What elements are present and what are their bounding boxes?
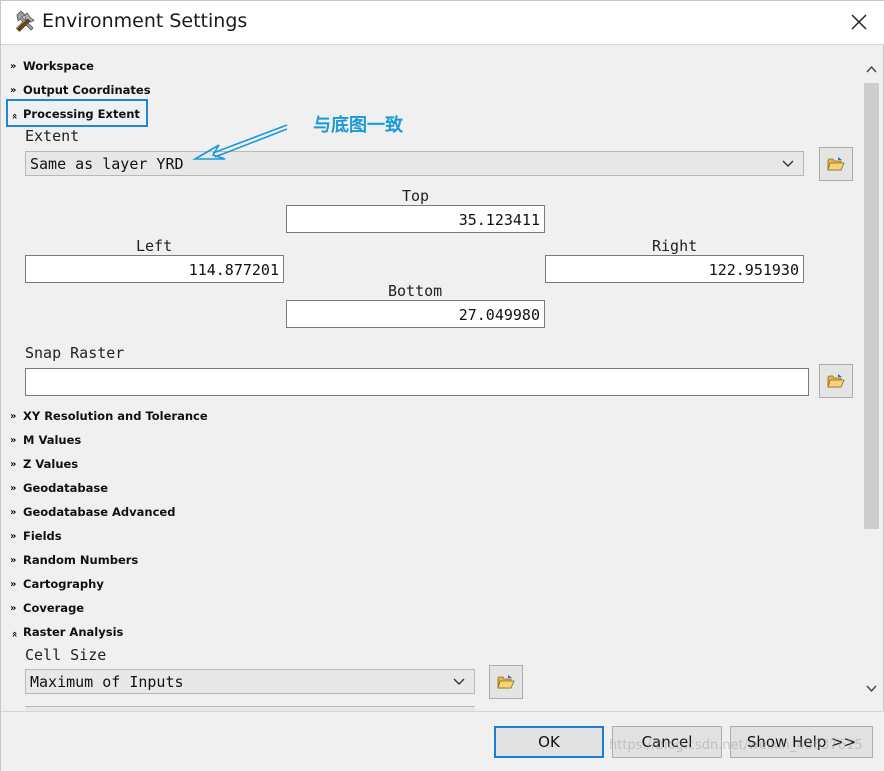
section-processing-extent[interactable]: » Processing Extent bbox=[10, 107, 140, 121]
section-label: Output Coordinates bbox=[23, 83, 151, 97]
cell-size-browse-button[interactable] bbox=[489, 665, 523, 699]
section-coverage[interactable]: » Coverage bbox=[10, 601, 84, 615]
expand-chevron-icon: » bbox=[10, 603, 17, 614]
section-geodatabase-advanced[interactable]: » Geodatabase Advanced bbox=[10, 505, 175, 519]
show-help-button[interactable]: Show Help >> bbox=[730, 726, 873, 758]
section-random-numbers[interactable]: » Random Numbers bbox=[10, 553, 138, 567]
extent-dropdown[interactable]: Same as layer YRD bbox=[25, 151, 804, 176]
left-label: Left bbox=[136, 237, 173, 255]
annotation-arrow-icon bbox=[192, 124, 288, 160]
bottom-label: Bottom bbox=[388, 282, 443, 300]
snap-raster-input[interactable] bbox=[25, 368, 809, 396]
section-label: XY Resolution and Tolerance bbox=[23, 409, 208, 423]
scroll-up-button[interactable] bbox=[863, 59, 880, 79]
expand-chevron-icon: » bbox=[10, 483, 17, 494]
chevron-down-icon bbox=[782, 160, 794, 167]
cell-size-label: Cell Size bbox=[25, 646, 107, 664]
title-bar: Environment Settings bbox=[1, 1, 884, 45]
chevron-up-icon bbox=[866, 65, 877, 73]
scroll-down-button[interactable] bbox=[863, 679, 880, 699]
section-label: Workspace bbox=[23, 59, 94, 73]
section-label: Z Values bbox=[23, 457, 79, 471]
section-label: M Values bbox=[23, 433, 82, 447]
cell-size-dropdown[interactable]: Maximum of Inputs bbox=[25, 669, 475, 694]
section-cartography[interactable]: » Cartography bbox=[10, 577, 104, 591]
right-input[interactable]: 122.951930 bbox=[545, 255, 804, 283]
section-label: Processing Extent bbox=[23, 107, 140, 121]
expand-chevron-icon: » bbox=[10, 459, 17, 470]
extent-value: Same as layer YRD bbox=[30, 155, 184, 173]
window-title: Environment Settings bbox=[42, 10, 248, 32]
snap-raster-label: Snap Raster bbox=[25, 344, 125, 362]
expand-chevron-icon: » bbox=[10, 435, 17, 446]
section-output-coordinates[interactable]: » Output Coordinates bbox=[10, 83, 151, 97]
section-xy-resolution[interactable]: » XY Resolution and Tolerance bbox=[10, 409, 208, 423]
top-input[interactable]: 35.123411 bbox=[286, 205, 545, 233]
top-label: Top bbox=[402, 187, 430, 205]
expand-chevron-icon: » bbox=[10, 531, 17, 542]
expand-chevron-icon: » bbox=[10, 507, 17, 518]
section-label: Geodatabase bbox=[23, 481, 109, 495]
bottom-input[interactable]: 27.049980 bbox=[286, 300, 545, 328]
chevron-down-icon bbox=[866, 685, 877, 693]
snap-raster-browse-button[interactable] bbox=[819, 364, 853, 398]
extent-browse-button[interactable] bbox=[819, 147, 853, 181]
right-label: Right bbox=[652, 237, 698, 255]
section-z-values[interactable]: » Z Values bbox=[10, 457, 78, 471]
close-icon bbox=[851, 14, 867, 30]
section-label: Geodatabase Advanced bbox=[23, 505, 176, 519]
left-input[interactable]: 114.877201 bbox=[25, 255, 284, 283]
section-label: Raster Analysis bbox=[23, 625, 124, 639]
ok-button[interactable]: OK bbox=[494, 726, 604, 758]
expand-chevron-icon: » bbox=[10, 411, 17, 422]
dialog-footer: OK Cancel Show Help >> https://blog.csdn… bbox=[1, 711, 884, 771]
expand-chevron-icon: » bbox=[10, 85, 17, 96]
cell-size-value: Maximum of Inputs bbox=[30, 673, 184, 691]
section-m-values[interactable]: » M Values bbox=[10, 433, 81, 447]
collapse-chevron-icon: » bbox=[9, 631, 21, 638]
collapse-chevron-icon: » bbox=[9, 113, 21, 120]
section-fields[interactable]: » Fields bbox=[10, 529, 62, 543]
section-label: Random Numbers bbox=[23, 553, 139, 567]
expand-chevron-icon: » bbox=[10, 579, 17, 590]
section-label: Cartography bbox=[23, 577, 104, 591]
tools-icon bbox=[15, 10, 35, 32]
extent-label: Extent bbox=[25, 127, 80, 145]
vertical-scrollbar[interactable] bbox=[863, 59, 880, 699]
section-label: Coverage bbox=[23, 601, 85, 615]
expand-chevron-icon: » bbox=[10, 555, 17, 566]
chevron-down-icon bbox=[453, 678, 465, 685]
annotation-text: 与底图一致 bbox=[313, 115, 403, 136]
open-folder-icon bbox=[827, 374, 845, 388]
section-raster-analysis[interactable]: » Raster Analysis bbox=[9, 625, 124, 639]
scroll-thumb[interactable] bbox=[864, 83, 879, 529]
expand-chevron-icon: » bbox=[10, 61, 17, 72]
open-folder-icon bbox=[497, 675, 515, 689]
settings-panel: » Workspace » Output Coordinates » Processi… bbox=[5, 49, 863, 711]
cancel-button[interactable]: Cancel bbox=[612, 726, 722, 758]
section-workspace[interactable]: » Workspace bbox=[10, 59, 94, 73]
close-button[interactable] bbox=[839, 5, 879, 39]
open-folder-icon bbox=[827, 157, 845, 171]
environment-settings-dialog: Environment Settings » Workspace » Output … bbox=[0, 0, 884, 771]
section-geodatabase[interactable]: » Geodatabase bbox=[10, 481, 108, 495]
section-label: Fields bbox=[23, 529, 62, 543]
